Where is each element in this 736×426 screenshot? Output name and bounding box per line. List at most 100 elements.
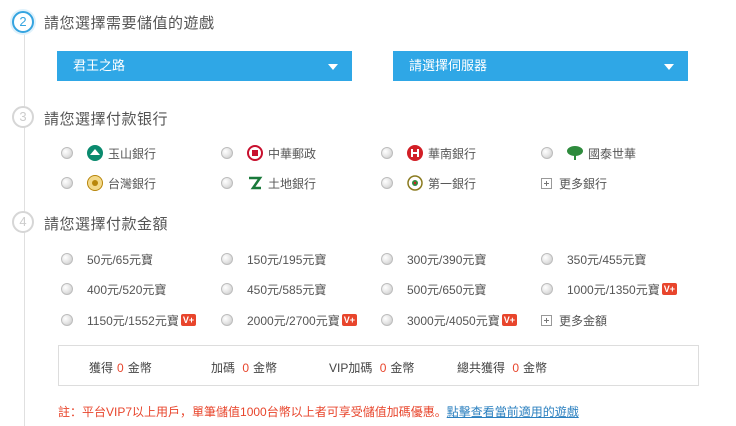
section-title-amount: 請您選擇付款金額	[44, 216, 169, 233]
bank-label: 華南銀行	[428, 146, 477, 161]
amount-option[interactable]: 2000元/2700元寶 V+	[221, 311, 357, 329]
amount-option[interactable]: 1150元/1552元寶 V+	[61, 311, 197, 329]
amount-label: 300元/390元寶	[407, 252, 487, 267]
amount-label: 3000元/4050元寶	[407, 313, 500, 328]
amount-option[interactable]: 350元/455元寶	[541, 250, 646, 268]
radio-button[interactable]	[221, 314, 233, 326]
summary-label: 加碼	[211, 361, 236, 375]
amount-label: 500元/650元寶	[407, 282, 487, 297]
bank-label: 第一銀行	[428, 176, 477, 191]
summary-bonus: 加碼 0 金幣	[211, 359, 277, 376]
radio-button[interactable]	[381, 147, 393, 159]
server-select-value: 請選擇伺服器	[409, 58, 488, 73]
section-title-bank: 請您選擇付款银行	[44, 111, 169, 128]
bank-label: 台灣銀行	[108, 176, 157, 191]
step-2-badge: 2	[12, 11, 34, 33]
summary-value: 0	[117, 361, 124, 375]
summary-label: 總共獲得	[457, 361, 506, 375]
bank-option-cathay[interactable]: 國泰世華	[541, 144, 636, 162]
radio-button[interactable]	[61, 314, 73, 326]
amount-label: 350元/455元寶	[567, 252, 647, 267]
step-number: 3	[19, 109, 27, 124]
amount-label: 400元/520元寶	[87, 282, 167, 297]
radio-button[interactable]	[541, 253, 553, 265]
amount-label: 2000元/2700元寶	[247, 313, 340, 328]
server-select[interactable]: 請選擇伺服器	[393, 51, 688, 81]
summary-get: 獲得 0 金幣	[89, 359, 152, 376]
chevron-down-icon	[328, 64, 338, 70]
plus-icon	[541, 177, 552, 189]
summary-value: 0	[512, 361, 520, 375]
amount-label: 1000元/1350元寶	[567, 282, 660, 297]
bank-option-first[interactable]: 第一銀行	[381, 174, 476, 192]
radio-button[interactable]	[221, 147, 233, 159]
radio-button[interactable]	[381, 253, 393, 265]
land-bank-logo-icon	[249, 176, 263, 190]
radio-button[interactable]	[61, 283, 73, 295]
radio-button[interactable]	[381, 177, 393, 189]
step-number: 2	[19, 14, 27, 29]
radio-button[interactable]	[541, 283, 553, 295]
radio-button[interactable]	[221, 283, 233, 295]
radio-button[interactable]	[61, 147, 73, 159]
bank-label: 土地銀行	[268, 176, 317, 191]
step-4-badge: 4	[12, 211, 34, 233]
radio-button[interactable]	[381, 283, 393, 295]
radio-button[interactable]	[541, 147, 553, 159]
game-select[interactable]: 君王之路	[57, 51, 352, 81]
summary-total: 總共獲得 0 金幣	[457, 359, 547, 376]
radio-button[interactable]	[381, 314, 393, 326]
summary-value: 0	[242, 361, 250, 375]
section-title-game: 請您選擇需要儲值的遊戲	[44, 15, 215, 32]
game-select-value: 君王之路	[73, 58, 126, 73]
amount-option[interactable]: 450元/585元寶	[221, 280, 326, 298]
chunghwa-post-logo-icon	[247, 145, 263, 161]
bank-option-bot[interactable]: 台灣銀行	[61, 174, 156, 192]
summary-unit: 金幣	[523, 361, 548, 375]
amount-option[interactable]: 1000元/1350元寶 V+	[541, 280, 677, 298]
amount-label: 1150元/1552元寶	[87, 313, 179, 328]
chevron-down-icon	[664, 64, 674, 70]
summary-label: VIP加碼	[329, 361, 373, 375]
note-text: 註：平台VIP7以上用戶，單筆儲值1000台幣以上者可享受儲值加碼優惠。	[58, 405, 447, 419]
esun-bank-logo-icon	[87, 145, 103, 161]
amount-label: 450元/585元寶	[247, 282, 327, 297]
vip-note: 註：平台VIP7以上用戶，單筆儲值1000台幣以上者可享受儲值加碼優惠。點擊查看…	[58, 403, 579, 420]
step-number: 4	[19, 214, 27, 229]
applicable-games-link[interactable]: 點擊查看當前適用的遊戲	[447, 405, 579, 419]
amount-option[interactable]: 300元/390元寶	[381, 250, 486, 268]
amount-option[interactable]: 3000元/4050元寶 V+	[381, 311, 517, 329]
bank-option-landbank[interactable]: 土地銀行	[221, 174, 316, 192]
bank-label: 國泰世華	[588, 146, 637, 161]
vip-plus-badge: V+	[661, 283, 677, 295]
summary-value: 0	[379, 361, 387, 375]
summary-unit: 金幣	[253, 361, 278, 375]
radio-button[interactable]	[221, 253, 233, 265]
more-amounts-toggle[interactable]: 更多金額	[541, 311, 607, 329]
amount-option[interactable]: 500元/650元寶	[381, 280, 486, 298]
vip-plus-badge: V+	[341, 314, 357, 326]
radio-button[interactable]	[61, 177, 73, 189]
radio-button[interactable]	[221, 177, 233, 189]
bank-option-post[interactable]: 中華郵政	[221, 144, 316, 162]
summary-unit: 金幣	[390, 361, 415, 375]
amount-option[interactable]: 150元/195元寶	[221, 250, 326, 268]
more-banks-toggle[interactable]: 更多銀行	[541, 174, 607, 192]
radio-button[interactable]	[61, 253, 73, 265]
bank-option-esun[interactable]: 玉山銀行	[61, 144, 156, 162]
bank-option-huanan[interactable]: 華南銀行	[381, 144, 476, 162]
more-amounts-label: 更多金額	[559, 313, 608, 328]
amount-label: 150元/195元寶	[247, 252, 327, 267]
amount-option[interactable]: 400元/520元寶	[61, 280, 166, 298]
bank-of-taiwan-logo-icon	[87, 175, 103, 191]
bank-label: 中華郵政	[268, 146, 317, 161]
summary-label: 獲得	[89, 361, 114, 375]
vip-plus-badge: V+	[180, 314, 197, 326]
vip-plus-badge: V+	[501, 314, 517, 326]
hua-nan-bank-logo-icon	[407, 145, 423, 161]
amount-label: 50元/65元寶	[87, 252, 154, 267]
cathay-bank-logo-icon	[567, 146, 583, 160]
amount-option[interactable]: 50元/65元寶	[61, 250, 153, 268]
bank-label: 玉山銀行	[108, 146, 157, 161]
first-bank-logo-icon	[407, 175, 423, 191]
